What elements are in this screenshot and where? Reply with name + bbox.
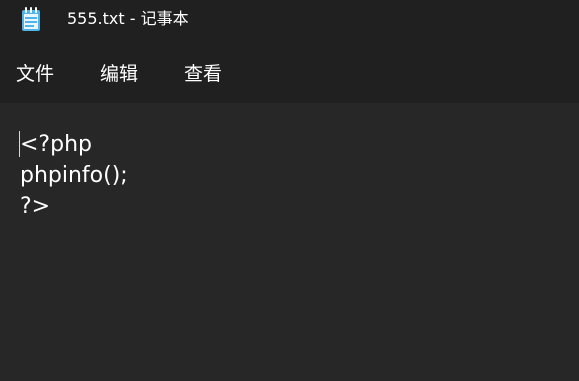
menu-bar: 文件 编辑 查看 bbox=[0, 44, 579, 103]
text-editor[interactable]: <?php phpinfo(); ?> bbox=[0, 103, 579, 381]
menu-file[interactable]: 文件 bbox=[16, 61, 54, 87]
menu-edit[interactable]: 编辑 bbox=[100, 61, 138, 87]
menu-view[interactable]: 查看 bbox=[184, 61, 222, 87]
text-line: phpinfo(); bbox=[20, 163, 128, 188]
text-line: ?> bbox=[20, 194, 51, 219]
title-bar[interactable]: 555.txt - 记事本 bbox=[0, 0, 579, 44]
window-title: 555.txt - 记事本 bbox=[67, 9, 189, 28]
notepad-window: 555.txt - 记事本 文件 编辑 查看 <?php phpinfo(); … bbox=[0, 0, 579, 381]
text-line: <?php bbox=[20, 132, 92, 157]
notepad-icon bbox=[20, 6, 42, 32]
